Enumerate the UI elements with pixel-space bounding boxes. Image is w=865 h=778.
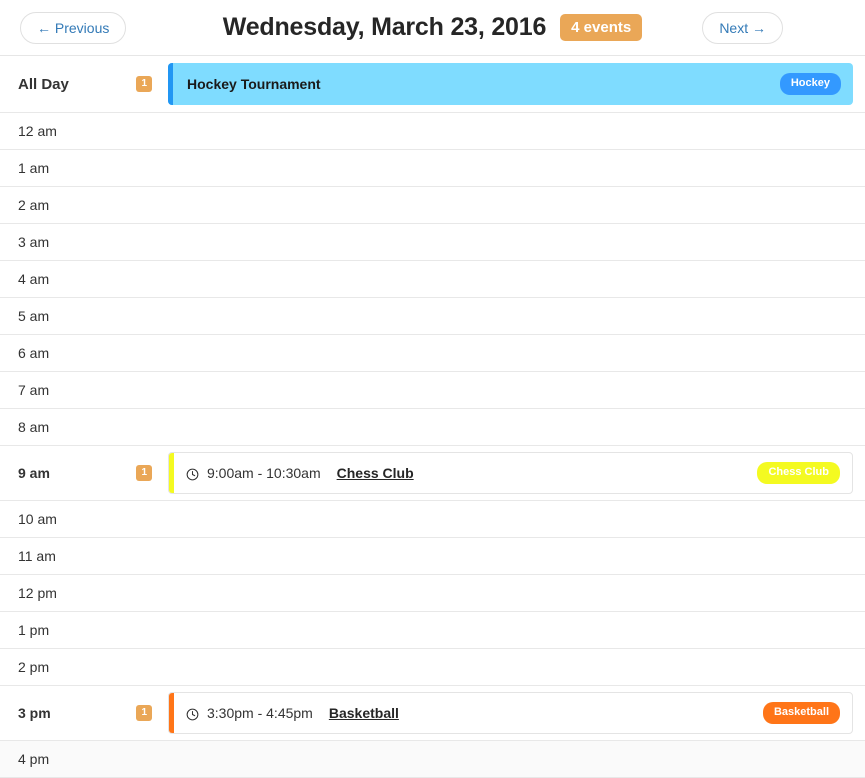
- hour-label-cell: 3 pm 1: [0, 686, 168, 740]
- clock-icon: [186, 708, 199, 721]
- all-day-label: All Day: [18, 75, 69, 93]
- clock-icon: [186, 468, 199, 481]
- hour-row[interactable]: 12 am: [0, 113, 865, 150]
- row-count-badge: 1: [136, 705, 152, 721]
- hour-row[interactable]: 9 am 1 9:00am - 10:30am Chess Club Chess Clu…: [0, 446, 865, 501]
- event-body: Hockey Tournament Hockey: [173, 73, 841, 95]
- event-block-hockey-tournament[interactable]: Hockey Tournament Hockey: [168, 63, 853, 105]
- hour-event-cell: [168, 409, 865, 445]
- hour-label-cell: 5 am: [0, 298, 168, 334]
- hour-row[interactable]: 5 am: [0, 298, 865, 335]
- event-time-range: 9:00am - 10:30am: [207, 465, 321, 481]
- hour-event-cell: [168, 261, 865, 297]
- page-title: Wednesday, March 23, 2016: [222, 13, 547, 41]
- row-count-badge: 1: [136, 465, 152, 481]
- hour-label-cell: 2 am: [0, 187, 168, 223]
- hour-row[interactable]: 11 am: [0, 538, 865, 575]
- hour-row[interactable]: 1 am: [0, 150, 865, 187]
- hour-event-cell: [168, 150, 865, 186]
- hour-row[interactable]: 1 pm: [0, 612, 865, 649]
- hour-label: 3 am: [18, 234, 50, 250]
- hour-row[interactable]: 7 am: [0, 372, 865, 409]
- hour-event-cell: [168, 335, 865, 371]
- all-day-event-cell: Hockey Tournament Hockey: [168, 56, 865, 112]
- hour-label: 3 pm: [18, 705, 51, 721]
- hour-row[interactable]: 10 am: [0, 501, 865, 538]
- all-day-label-cell: All Day 1: [0, 56, 168, 112]
- hour-event-cell: 9:00am - 10:30am Chess Club Chess Club: [168, 446, 865, 500]
- hour-label-cell: 1 am: [0, 150, 168, 186]
- hour-event-cell: [168, 298, 865, 334]
- hour-label: 9 am: [18, 465, 50, 481]
- hour-label-cell: 4 pm: [0, 741, 168, 777]
- hour-label: 1 pm: [18, 622, 50, 638]
- event-title-link[interactable]: Basketball: [329, 705, 399, 721]
- event-title: Hockey Tournament: [187, 76, 321, 92]
- hour-label-cell: 9 am 1: [0, 446, 168, 500]
- next-day-button[interactable]: Next →: [702, 11, 783, 44]
- hour-label-cell: 2 pm: [0, 649, 168, 685]
- hour-row[interactable]: 4 am: [0, 261, 865, 298]
- hour-label-cell: 1 pm: [0, 612, 168, 648]
- hour-event-cell: [168, 501, 865, 537]
- hour-label: 4 am: [18, 271, 50, 287]
- hour-event-cell: [168, 224, 865, 260]
- hour-label-cell: 6 am: [0, 335, 168, 371]
- event-tag: Basketball: [762, 702, 840, 724]
- calendar-header: ← Previous Wednesday, March 23, 2016 4 e…: [0, 0, 865, 56]
- hour-label: 6 am: [18, 345, 50, 361]
- hour-label: 12 am: [18, 123, 57, 139]
- hour-label: 1 am: [18, 160, 50, 176]
- hour-label: 8 am: [18, 419, 50, 435]
- hour-row[interactable]: 8 am: [0, 409, 865, 446]
- hour-row[interactable]: 3 am: [0, 224, 865, 261]
- hour-label-cell: 12 am: [0, 113, 168, 149]
- hour-label-cell: 11 am: [0, 538, 168, 574]
- hour-label: 10 am: [18, 511, 57, 527]
- hour-label-cell: 8 am: [0, 409, 168, 445]
- event-block-chess-club[interactable]: 9:00am - 10:30am Chess Club Chess Club: [168, 452, 853, 494]
- hour-label-cell: 3 am: [0, 224, 168, 260]
- previous-day-button[interactable]: ← Previous: [20, 11, 127, 44]
- hour-label-cell: 7 am: [0, 372, 168, 408]
- hour-label-cell: 10 am: [0, 501, 168, 537]
- hour-event-cell: 3:30pm - 4:45pm Basketball Basketball: [168, 686, 865, 740]
- event-count-badge: 4 events: [560, 14, 643, 41]
- hour-event-cell: [168, 372, 865, 408]
- event-time-range: 3:30pm - 4:45pm: [207, 705, 313, 721]
- hour-label: 2 am: [18, 197, 50, 213]
- hour-row[interactable]: 3 pm 1 3:30pm - 4:45pm Basketball Basketball: [0, 686, 865, 741]
- hour-event-cell: [168, 575, 865, 611]
- hour-label: 2 pm: [18, 659, 50, 675]
- hour-label: 7 am: [18, 382, 50, 398]
- hour-label: 5 am: [18, 308, 50, 324]
- event-tag: Chess Club: [757, 462, 840, 484]
- hour-label-cell: 4 am: [0, 261, 168, 297]
- hour-row[interactable]: 2 am: [0, 187, 865, 224]
- row-count-badge: 1: [136, 76, 152, 92]
- all-day-row: All Day 1 Hockey Tournament Hockey: [0, 56, 865, 113]
- hour-event-cell: [168, 649, 865, 685]
- day-grid: All Day 1 Hockey Tournament Hockey 12 am…: [0, 56, 865, 778]
- hour-label: 12 pm: [18, 585, 57, 601]
- hour-event-cell: [168, 538, 865, 574]
- hour-label: 11 am: [18, 548, 56, 564]
- hour-row[interactable]: 2 pm: [0, 649, 865, 686]
- hour-event-cell: [168, 187, 865, 223]
- hour-event-cell: [168, 113, 865, 149]
- event-block-basketball[interactable]: 3:30pm - 4:45pm Basketball Basketball: [168, 692, 853, 734]
- hour-row[interactable]: 12 pm: [0, 575, 865, 612]
- event-body: 3:30pm - 4:45pm Basketball Basketball: [174, 702, 840, 724]
- hour-label: 4 pm: [18, 751, 50, 767]
- event-title-link[interactable]: Chess Club: [337, 465, 414, 481]
- hour-rows-container: 12 am 1 am 2 am 3 am 4 am 5 am 6 am 7 am 8 am 9 a…: [0, 113, 865, 778]
- event-tag: Hockey: [779, 73, 841, 95]
- hour-row[interactable]: 6 am: [0, 335, 865, 372]
- hour-row[interactable]: 4 pm: [0, 741, 865, 778]
- hour-label-cell: 12 pm: [0, 575, 168, 611]
- hour-event-cell: [168, 612, 865, 648]
- event-body: 9:00am - 10:30am Chess Club Chess Club: [174, 462, 840, 484]
- hour-event-cell: [168, 741, 865, 777]
